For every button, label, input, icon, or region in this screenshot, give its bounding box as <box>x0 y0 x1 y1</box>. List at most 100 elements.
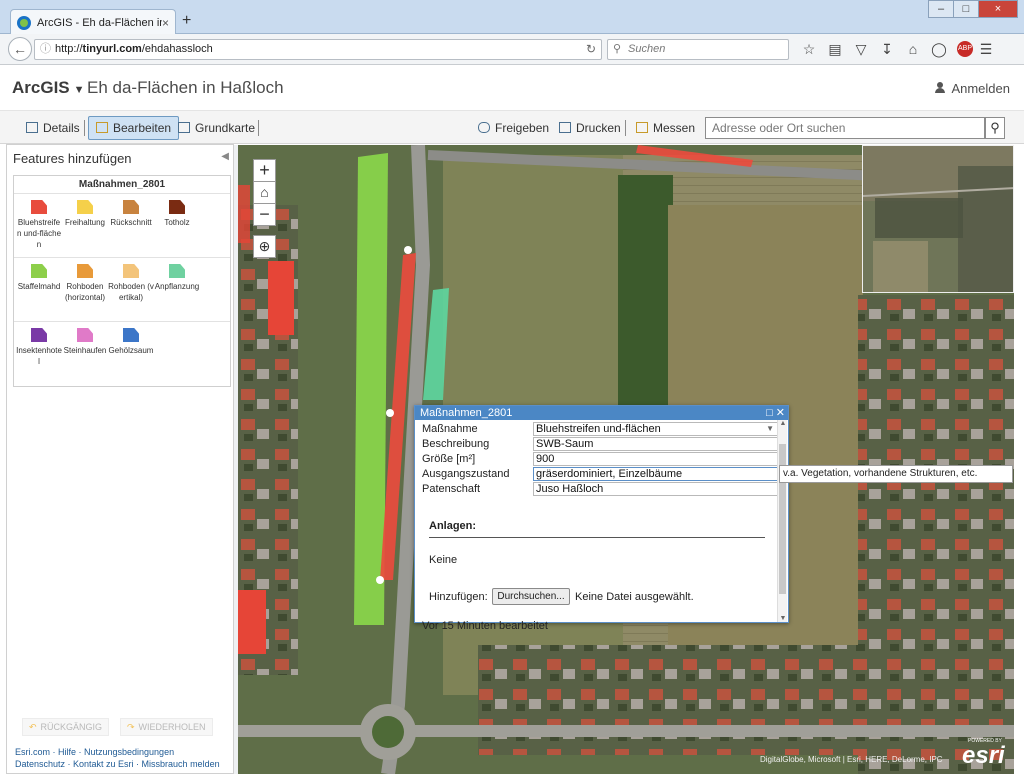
menu-icon[interactable]: ☰ <box>973 41 999 58</box>
maximize-button[interactable]: □ <box>953 0 979 18</box>
reload-icon[interactable]: ↻ <box>586 40 596 59</box>
browser-search-box[interactable]: ⚲ Suchen <box>607 39 789 60</box>
footer-links-line1[interactable]: Esri.com · Hilfe · Nutzungsbedingungen <box>15 746 235 758</box>
reading-list-icon[interactable]: ▤ <box>822 41 848 58</box>
share-button[interactable]: Freigeben <box>470 116 557 140</box>
arcgis-favicon-icon <box>17 15 31 30</box>
template-bluehstreifen[interactable]: Bluehstreifen und-flächen <box>16 200 62 250</box>
template-insektenhotel[interactable]: Insektenhotel <box>16 328 62 367</box>
search-icon: ⚲ <box>613 43 622 55</box>
address-search-input[interactable]: Adresse oder Ort suchen <box>705 117 985 139</box>
field-label: Größe [m²] <box>422 453 476 465</box>
field-tooltip: v.a. Vegetation, vorhandene Strukturen, … <box>779 465 1013 483</box>
template-swatch <box>169 200 185 214</box>
overview-map[interactable] <box>862 145 1014 293</box>
minimize-button[interactable]: – <box>928 0 954 18</box>
printer-icon <box>559 122 571 133</box>
browser-tab[interactable]: ArcGIS - Eh da-Flächen in ... × <box>10 9 176 35</box>
template-steinhaufen[interactable]: Steinhaufen <box>62 328 108 356</box>
scroll-up-icon[interactable]: ▲ <box>778 420 788 427</box>
brand-label: ArcGIS <box>12 78 70 97</box>
locate-button[interactable]: ⊕ <box>253 235 276 258</box>
redo-button[interactable]: ↷ WIEDERHOLEN <box>120 718 213 736</box>
chevron-down-icon: ▼ <box>766 424 774 433</box>
close-tab-icon[interactable]: × <box>162 16 169 30</box>
browse-button[interactable]: Durchsuchen... <box>492 588 570 605</box>
field-beschreibung: Beschreibung SWB-Saum <box>422 437 779 451</box>
footer-links: Esri.com · Hilfe · Nutzungsbedingungen D… <box>15 746 235 770</box>
scroll-down-icon[interactable]: ▼ <box>778 615 788 622</box>
template-label: Bluehstreifen und-flächen <box>16 218 62 249</box>
app-toolbar: Details Bearbeiten Grundkarte Freigeben … <box>0 110 1024 144</box>
adblock-icon[interactable]: ABP <box>957 41 973 57</box>
add-attachment-label: Hinzufügen: <box>429 591 488 603</box>
measure-button[interactable]: Messen <box>628 116 703 140</box>
pencil-icon <box>96 122 108 133</box>
template-label: Freihaltung <box>64 218 106 227</box>
template-row: Insektenhotel Steinhaufen Gehölzsaum <box>14 322 230 386</box>
close-icon[interactable]: ✕ <box>776 407 785 419</box>
new-tab-button[interactable]: + <box>182 12 191 30</box>
add-features-panel: Features hinzufügen ◀ Maßnahmen_2801 Blu… <box>6 144 234 774</box>
basemap-button[interactable]: Grundkarte <box>170 116 263 140</box>
ausgangszustand-input[interactable]: gräserdominiert, Einzelbäume <box>533 467 779 481</box>
maximize-icon[interactable]: □ <box>766 407 773 419</box>
popup-controls: □ ✕ <box>766 406 785 420</box>
close-window-button[interactable]: × <box>978 0 1018 18</box>
url-prefix: http:// <box>55 43 83 55</box>
signin-link[interactable]: Anmelden <box>935 81 1010 96</box>
esri-logo[interactable]: esri <box>962 742 1005 770</box>
attachments-heading: Anlagen: <box>429 520 477 532</box>
pocket-icon[interactable]: ▽ <box>848 41 874 58</box>
edit-button[interactable]: Bearbeiten <box>88 116 180 140</box>
zoom-controls: + ⌂ − <box>253 159 276 226</box>
divider <box>429 537 765 538</box>
template-rohboden-vertikal[interactable]: Rohboden (vertikal) <box>108 264 154 303</box>
footer-links-line2[interactable]: Datenschutz · Kontakt zu Esri · Missbrau… <box>15 758 235 770</box>
collapse-panel-icon[interactable]: ◀ <box>221 151 229 162</box>
template-staffelmahd[interactable]: Staffelmahd <box>16 264 62 292</box>
zoom-in-button[interactable]: + <box>253 159 276 182</box>
site-info-icon[interactable]: ⓘ <box>40 40 51 59</box>
popup-header: Maßnahmen_2801 □ ✕ <box>415 406 788 420</box>
template-swatch <box>77 264 93 278</box>
patenschaft-input[interactable]: Juso Haßloch <box>533 482 779 496</box>
popup-title: Maßnahmen_2801 <box>420 407 513 419</box>
feature-templates: Maßnahmen_2801 Bluehstreifen und-flächen… <box>13 175 231 387</box>
bookmark-star-icon[interactable]: ☆ <box>796 41 822 58</box>
home-extent-button[interactable]: ⌂ <box>253 181 276 204</box>
browser-search-placeholder: Suchen <box>628 43 666 55</box>
field-label: Ausgangszustand <box>422 468 510 480</box>
basemap-label: Grundkarte <box>195 121 256 135</box>
address-search-button[interactable]: ⚲ <box>985 117 1005 139</box>
template-rohboden-horizontal[interactable]: Rohboden (horizontal) <box>62 264 108 303</box>
download-icon[interactable]: ↧ <box>874 41 900 58</box>
chat-icon[interactable]: ◯ <box>926 41 952 58</box>
template-anpflanzung[interactable]: Anpflanzung <box>154 264 200 292</box>
no-file-text: Keine Datei ausgewählt. <box>575 591 694 603</box>
template-gehoelzsaum[interactable]: Gehölzsaum <box>108 328 154 356</box>
map-attribution: DigitalGlobe, Microsoft | Esri, HERE, De… <box>760 755 943 764</box>
home-icon[interactable]: ⌂ <box>900 41 926 58</box>
template-freihaltung[interactable]: Freihaltung <box>62 200 108 228</box>
zoom-out-button[interactable]: − <box>253 203 276 226</box>
arcgis-menu[interactable]: ArcGIS ▼ <box>12 78 85 98</box>
print-button[interactable]: Drucken <box>551 116 629 140</box>
template-rueckschnitt[interactable]: Rückschnitt <box>108 200 154 228</box>
popup-scrollbar[interactable]: ▲ ▼ <box>777 420 787 622</box>
template-row: Staffelmahd Rohboden (horizontal) Rohbod… <box>14 258 230 322</box>
url-bar[interactable]: ⓘ http://tinyurl.com/ehdahassloch ↻ <box>34 39 602 60</box>
crosshair-icon: ⊕ <box>258 238 271 254</box>
beschreibung-input[interactable]: SWB-Saum <box>533 437 779 451</box>
basemap-grid-icon <box>178 122 190 133</box>
details-button[interactable]: Details <box>18 116 88 140</box>
panel-title: Features hinzufügen <box>13 151 132 166</box>
browser-toolbar-icons: ☆ ▤ ▽ ↧ ⌂ ◯ ABP ☰ <box>796 41 999 58</box>
back-button[interactable]: ← <box>8 37 32 61</box>
undo-label: RÜCKGÄNGIG <box>40 722 103 732</box>
undo-button[interactable]: ↶ RÜCKGÄNGIG <box>22 718 110 736</box>
template-label: Staffelmahd <box>17 282 61 291</box>
template-totholz[interactable]: Totholz <box>154 200 200 228</box>
massnahme-select[interactable]: Bluehstreifen und-flächen ▼ <box>533 422 779 436</box>
groesse-input[interactable]: 900 <box>533 452 779 466</box>
